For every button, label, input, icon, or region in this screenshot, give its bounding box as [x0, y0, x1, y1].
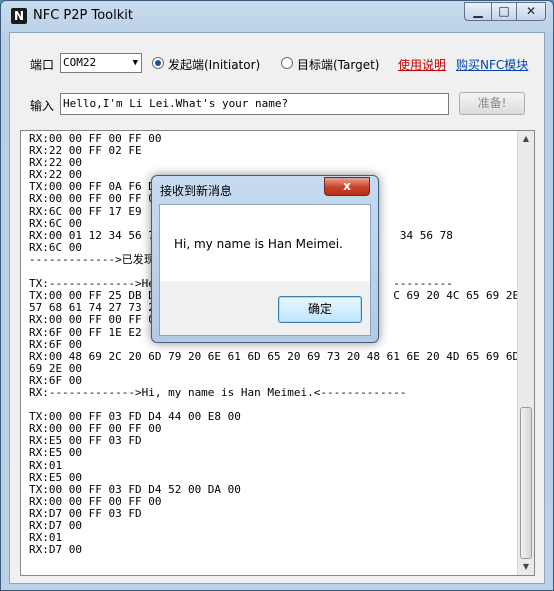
minimize-button[interactable]: ▁ [464, 2, 492, 21]
port-value: COM22 [63, 56, 97, 69]
dialog-body: Hi, my name is Han Meimei. 确定 [159, 204, 371, 336]
maximize-button[interactable]: □ [491, 2, 517, 21]
log-line: RX:E5 00 [29, 470, 82, 484]
ok-button[interactable]: 确定 [278, 296, 362, 323]
maximize-icon: □ [498, 4, 510, 18]
dialog-close-button[interactable]: x [324, 177, 370, 196]
log-line: RX:E5 00 [29, 446, 82, 460]
close-icon: ✕ [525, 4, 537, 18]
radio-initiator[interactable] [152, 57, 164, 69]
chevron-down-icon: ▼ [132, 58, 138, 68]
log-line: RX:------------->Hi, my name is Han Meim… [29, 385, 407, 399]
port-select[interactable]: COM22 ▼ [60, 53, 142, 73]
scroll-up-icon[interactable]: ▲ [518, 131, 534, 147]
title-bar[interactable]: N NFC P2P Toolkit ▁ □ ✕ [1, 1, 553, 31]
log-line: RX:01 [29, 531, 63, 545]
dialog-message-area: Hi, my name is Han Meimei. [160, 205, 370, 281]
scroll-down-icon[interactable]: ▼ [518, 559, 534, 575]
input-label: 输入 [30, 99, 55, 113]
help-link[interactable]: 使用说明 [398, 56, 446, 73]
radio-target[interactable] [281, 57, 293, 69]
port-label: 端口 [30, 58, 55, 72]
log-line: RX:22 00 FF 02 FE [29, 144, 142, 158]
new-message-dialog: 接收到新消息 x Hi, my name is Han Meimei. 确定 [151, 175, 379, 343]
dialog-title: 接收到新消息 [160, 184, 233, 198]
log-line: RX:01 [29, 458, 63, 472]
buy-nfc-module-link[interactable]: 购买NFC模块 [456, 56, 528, 73]
scroll-thumb[interactable] [520, 407, 532, 559]
log-line: TX:00 00 FF 03 FD D4 52 00 DA 00 [29, 482, 241, 496]
log-line: RX:D7 00 [29, 543, 82, 557]
dialog-message: Hi, my name is Han Meimei. [174, 237, 343, 251]
window-close-button[interactable]: ✕ [516, 2, 546, 21]
log-scrollbar[interactable]: ▲ ▼ [517, 131, 534, 575]
log-line: 69 2E 00 [29, 361, 82, 375]
log-line: RX:D7 00 FF 03 FD [29, 506, 142, 520]
prepare-button[interactable]: 准备! [459, 92, 525, 115]
nfc-app-icon: N [11, 8, 27, 24]
radio-initiator-label[interactable]: 发起端(Initiator) [168, 56, 260, 73]
window-title: NFC P2P Toolkit [33, 8, 133, 23]
log-line: RX:D7 00 [29, 519, 82, 532]
close-icon: x [343, 179, 351, 193]
minimize-icon: ▁ [473, 4, 483, 18]
log-line: RX:E5 00 FF 03 FD [29, 434, 142, 448]
log-line: RX:00 48 69 2C 20 6D 79 20 6E 61 6D 65 2… [29, 349, 535, 363]
log-line: RX:22 00 [29, 156, 82, 170]
message-input[interactable]: Hello,I'm Li Lei.What's your name? [60, 93, 449, 115]
radio-target-label[interactable]: 目标端(Target) [297, 56, 380, 73]
